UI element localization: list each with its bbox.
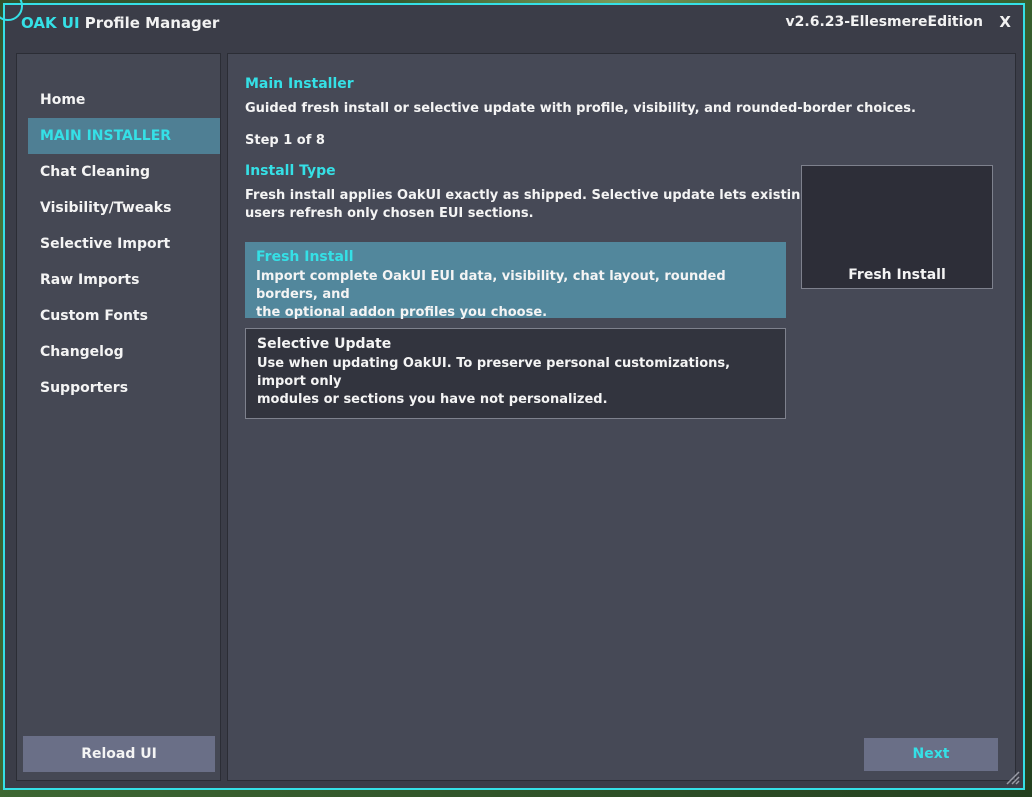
sidebar-item-home[interactable]: Home xyxy=(28,82,220,118)
step-indicator: Step 1 of 8 xyxy=(245,133,325,148)
install-type-description-line: users refresh only chosen EUI sections. xyxy=(245,206,534,221)
main-panel: Main Installer Guided fresh install or s… xyxy=(227,53,1016,781)
fresh-install-description-line: Import complete OakUI EUI data, visibili… xyxy=(256,269,726,302)
sidebar: Home MAIN INSTALLER Chat Cleaning Visibi… xyxy=(16,53,221,781)
fresh-install-description: Import complete OakUI EUI data, visibili… xyxy=(256,268,775,322)
selective-update-option[interactable]: Selective Update Use when updating OakUI… xyxy=(245,328,786,419)
sidebar-item-selective-import[interactable]: Selective Import xyxy=(28,226,220,262)
selective-update-description-line: Use when updating OakUI. To preserve per… xyxy=(257,356,731,389)
fresh-install-title: Fresh Install xyxy=(256,249,354,265)
install-type-description: Fresh install applies OakUI exactly as s… xyxy=(245,187,810,223)
selective-update-description: Use when updating OakUI. To preserve per… xyxy=(257,355,774,409)
page-title: Main Installer xyxy=(245,76,354,92)
sidebar-item-custom-fonts[interactable]: Custom Fonts xyxy=(28,298,220,334)
page-subtitle: Guided fresh install or selective update… xyxy=(245,101,916,116)
reload-ui-button[interactable]: Reload UI xyxy=(23,736,215,772)
fresh-install-option[interactable]: Fresh Install Import complete OakUI EUI … xyxy=(245,242,786,320)
close-button[interactable]: X xyxy=(999,13,1011,31)
window-title: OAK UI Profile Manager xyxy=(21,14,219,32)
fresh-install-description-line: the optional addon profiles you choose. xyxy=(256,305,548,320)
sidebar-item-visibility-tweaks[interactable]: Visibility/Tweaks xyxy=(28,190,220,226)
resize-grip-icon[interactable] xyxy=(1004,769,1020,785)
next-button[interactable]: Next xyxy=(864,738,998,771)
install-type-description-line: Fresh install applies OakUI exactly as s… xyxy=(245,188,810,203)
install-type-preview: Fresh Install xyxy=(801,165,993,289)
sidebar-item-main-installer[interactable]: MAIN INSTALLER xyxy=(28,118,220,154)
preview-label: Fresh Install xyxy=(848,267,946,283)
install-type-heading: Install Type xyxy=(245,163,336,179)
profile-manager-window: OAK UI Profile Manager v2.6.23-Ellesmere… xyxy=(0,0,1025,790)
sidebar-item-supporters[interactable]: Supporters xyxy=(28,370,220,406)
sidebar-item-chat-cleaning[interactable]: Chat Cleaning xyxy=(28,154,220,190)
selective-update-title: Selective Update xyxy=(257,336,392,352)
sidebar-item-raw-imports[interactable]: Raw Imports xyxy=(28,262,220,298)
title-text: Profile Manager xyxy=(79,14,220,32)
version-label: v2.6.23-EllesmereEdition xyxy=(785,14,983,30)
selective-update-description-line: modules or sections you have not persona… xyxy=(257,392,608,407)
sidebar-item-changelog[interactable]: Changelog xyxy=(28,334,220,370)
brand-name: OAK UI xyxy=(21,14,80,32)
title-bar[interactable]: OAK UI Profile Manager v2.6.23-Ellesmere… xyxy=(5,5,1023,43)
